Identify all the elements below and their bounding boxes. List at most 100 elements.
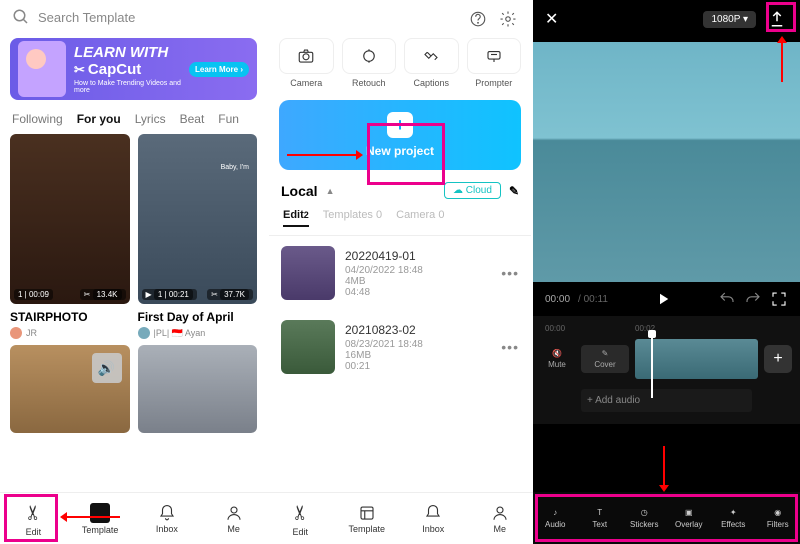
- help-icon[interactable]: [469, 10, 487, 28]
- bell-icon: [158, 504, 176, 522]
- more-icon[interactable]: •••: [501, 339, 519, 355]
- bottom-nav: ✂Edit Template Inbox Me: [0, 492, 267, 544]
- tab-foryou[interactable]: For you: [77, 112, 121, 126]
- promo-banner[interactable]: LEARN WITH ✂CapCut How to Make Trending …: [10, 38, 257, 100]
- tab-following[interactable]: Following: [12, 112, 63, 126]
- project-row[interactable]: 20220419-01 04/20/2022 18:48 4MB 04:48 •…: [267, 236, 533, 310]
- tool-retouch[interactable]: Retouch: [342, 38, 397, 88]
- effects-icon: ✦: [730, 508, 737, 517]
- banner-illustration: [18, 41, 66, 97]
- export-button[interactable]: [766, 8, 788, 30]
- cloud-button[interactable]: ☁ Cloud: [444, 182, 501, 199]
- ednav-stickers[interactable]: ◷Stickers: [622, 492, 667, 544]
- tool-captions[interactable]: Captions: [404, 38, 459, 88]
- top-icons: [267, 0, 533, 38]
- nav-me[interactable]: Me: [200, 493, 267, 544]
- scissors-icon: ✂: [21, 504, 46, 521]
- nav-me[interactable]: Me: [467, 493, 534, 544]
- camera-icon: [297, 47, 315, 65]
- fullscreen-icon[interactable]: [770, 290, 788, 308]
- redo-icon[interactable]: [744, 290, 762, 308]
- tool-grid: Camera Retouch Captions Prompter: [267, 38, 533, 88]
- ednav-filters[interactable]: ◉Filters: [756, 492, 800, 544]
- close-icon[interactable]: ✕: [545, 9, 558, 29]
- nav-template[interactable]: Template: [67, 493, 134, 544]
- search-icon: [12, 8, 30, 26]
- project-subtabs: Edit2 Templates 0 Camera 0: [269, 199, 531, 236]
- search-bar[interactable]: Search Template: [0, 0, 267, 34]
- add-audio-button[interactable]: + Add audio: [581, 389, 752, 412]
- template-icon: [358, 504, 376, 522]
- timeline[interactable]: 00:0000:02 🔇Mute ✎Cover + + Add audio: [533, 316, 800, 424]
- editor-nav: ♪Audio TText ◷Stickers ▣Overlay ✦Effects…: [533, 492, 800, 544]
- tab-lyrics[interactable]: Lyrics: [135, 112, 166, 126]
- arrow-to-export: [781, 38, 783, 82]
- play-icon[interactable]: [654, 290, 672, 308]
- cover-icon: ✎: [602, 349, 609, 358]
- nav-inbox[interactable]: Inbox: [400, 493, 467, 544]
- banner-line1: LEARN WITH: [74, 44, 189, 61]
- template-thumb: Baby, I'm ▶ 1 | 00:21✂ 37.7K: [138, 134, 258, 304]
- editor-panel: ✕ 1080P ▾ 00:00/ 00:11 00:0000:02 🔇Mute …: [533, 0, 800, 544]
- project-thumb: [281, 320, 335, 374]
- category-tabs: Following For you Lyrics Beat Fun: [0, 104, 267, 134]
- nav-inbox[interactable]: Inbox: [134, 493, 201, 544]
- more-icon[interactable]: •••: [501, 265, 519, 281]
- nav-template[interactable]: Template: [334, 493, 401, 544]
- template-icon: [90, 503, 110, 523]
- card-title: First Day of April: [138, 310, 258, 324]
- gear-icon[interactable]: [499, 10, 517, 28]
- video-preview[interactable]: [533, 42, 800, 282]
- project-row[interactable]: 20210823-02 08/23/2021 18:48 16MB 00:21 …: [267, 310, 533, 384]
- banner-sub: How to Make Trending Videos and more: [74, 80, 189, 94]
- time-ruler: 00:0000:02: [533, 324, 800, 333]
- time-current: 00:00: [545, 294, 570, 305]
- tab-fun[interactable]: Fun: [218, 112, 239, 126]
- edit-icon[interactable]: ✎: [509, 184, 519, 198]
- card-user: JR: [10, 327, 130, 339]
- card-user: |PL| 🇮🇩 Ayan: [138, 327, 258, 339]
- person-icon: [491, 504, 509, 522]
- video-track[interactable]: [635, 339, 758, 379]
- subtab-camera[interactable]: Camera 0: [396, 209, 444, 227]
- chevron-up-icon: ▲: [326, 186, 335, 196]
- ednav-audio[interactable]: ♪Audio: [533, 492, 578, 544]
- tab-beat[interactable]: Beat: [180, 112, 205, 126]
- cover-button[interactable]: ✎Cover: [581, 345, 629, 373]
- new-project-button[interactable]: + New project: [279, 100, 521, 170]
- undo-icon[interactable]: [718, 290, 736, 308]
- templates-panel: Search Template LEARN WITH ✂CapCut How t…: [0, 0, 267, 544]
- search-placeholder: Search Template: [38, 10, 135, 25]
- add-clip-button[interactable]: +: [764, 345, 792, 373]
- nav-edit[interactable]: ✂Edit: [267, 493, 334, 544]
- ednav-overlay[interactable]: ▣Overlay: [667, 492, 712, 544]
- projects-panel: Camera Retouch Captions Prompter + New p…: [267, 0, 533, 544]
- subtab-edit[interactable]: Edit2: [283, 209, 309, 227]
- template-grid: 1 | 00:09✂ 13.4K STAIRPHOTO JR Baby, I'm…: [0, 134, 267, 339]
- resolution-badge[interactable]: 1080P ▾: [703, 11, 756, 28]
- local-label[interactable]: Local: [281, 183, 318, 199]
- banner-line2: ✂CapCut: [74, 61, 189, 78]
- subtab-templates[interactable]: Templates 0: [323, 209, 382, 227]
- mute-button[interactable]: 🔇Mute: [533, 349, 581, 369]
- tool-prompter[interactable]: Prompter: [467, 38, 522, 88]
- template-thumb: 1 | 00:09✂ 13.4K: [10, 134, 130, 304]
- template-card[interactable]: Baby, I'm ▶ 1 | 00:21✂ 37.7K First Day o…: [138, 134, 258, 339]
- overlay-icon: ▣: [685, 508, 693, 517]
- person-icon: [225, 504, 243, 522]
- filters-icon: ◉: [774, 508, 781, 517]
- editor-topbar: ✕ 1080P ▾: [533, 0, 800, 38]
- arrow-to-newproject: [287, 154, 361, 156]
- template-card[interactable]: 1 | 00:09✂ 13.4K STAIRPHOTO JR: [10, 134, 130, 339]
- template-thumb[interactable]: 🔊: [10, 345, 130, 433]
- template-thumb[interactable]: [138, 345, 258, 433]
- playhead[interactable]: [651, 334, 653, 398]
- project-thumb: [281, 246, 335, 300]
- card-title: STAIRPHOTO: [10, 310, 130, 324]
- plus-icon: +: [387, 112, 413, 138]
- tool-camera[interactable]: Camera: [279, 38, 334, 88]
- learn-more-button[interactable]: Learn More ›: [189, 62, 249, 77]
- ednav-effects[interactable]: ✦Effects: [711, 492, 756, 544]
- playback-bar: 00:00/ 00:11: [533, 282, 800, 316]
- ednav-text[interactable]: TText: [578, 492, 623, 544]
